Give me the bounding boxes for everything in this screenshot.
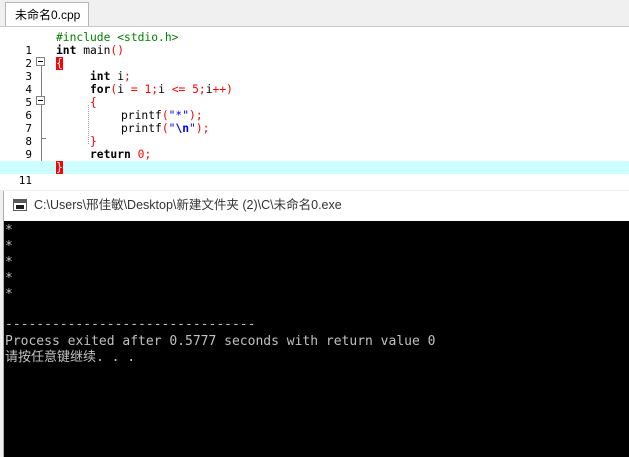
string-literal: " bbox=[189, 122, 196, 135]
code-line[interactable]: 10 return 0; bbox=[0, 148, 629, 174]
code-line[interactable]: 9 } bbox=[0, 135, 629, 161]
keyword: for bbox=[90, 83, 111, 96]
symbol: ); bbox=[189, 109, 203, 122]
function-call: printf bbox=[121, 109, 162, 122]
symbol: ( bbox=[161, 109, 169, 122]
editor-tab-bar: 未命名0.cpp bbox=[0, 0, 629, 27]
identifier: i bbox=[110, 70, 125, 83]
code-line[interactable]: 4 int i; bbox=[0, 70, 629, 96]
code-line[interactable]: 3 { bbox=[0, 57, 629, 83]
identifier: i bbox=[117, 83, 131, 96]
console-output-area[interactable]: * * * * * ------------------------------… bbox=[4, 221, 629, 457]
symbol: ( bbox=[161, 122, 169, 135]
symbol: ; bbox=[198, 83, 206, 96]
keyword: int bbox=[56, 44, 77, 57]
code-line[interactable]: 6 { bbox=[0, 96, 629, 122]
code-line[interactable]: 1 #include <stdio.h> bbox=[0, 31, 629, 57]
console-title: C:\Users\邢佳敏\Desktop\新建文件夹 (2)\C\未命名0.ex… bbox=[34, 198, 342, 212]
line-number: 11 bbox=[18, 174, 32, 187]
escape-sequence: \n bbox=[175, 122, 190, 135]
matched-brace: { bbox=[56, 57, 63, 70]
output-prompt: 请按任意键继续. . . bbox=[5, 350, 136, 365]
symbol: = bbox=[130, 83, 138, 96]
symbol: ); bbox=[195, 122, 210, 135]
symbol: ; bbox=[144, 148, 152, 161]
console-window[interactable]: C:\Users\邢佳敏\Desktop\新建文件夹 (2)\C\未命名0.ex… bbox=[3, 191, 629, 457]
symbol: } bbox=[90, 135, 97, 148]
console-title-bar[interactable]: C:\Users\邢佳敏\Desktop\新建文件夹 (2)\C\未命名0.ex… bbox=[4, 191, 629, 220]
file-tab[interactable]: 未命名0.cpp bbox=[5, 2, 89, 26]
include-directive: #include <stdio.h> bbox=[56, 31, 179, 44]
matched-brace: } bbox=[56, 161, 63, 174]
identifier: main bbox=[76, 44, 111, 57]
console-app-icon bbox=[13, 199, 27, 211]
identifier: i bbox=[205, 83, 213, 96]
code-line[interactable]: 7 printf("*"); bbox=[0, 109, 629, 135]
code-editor[interactable]: 未命名0.cpp 1 #include <stdio.h> 2 int main… bbox=[0, 0, 629, 190]
output-line: Process exited after 0.5777 seconds with… bbox=[5, 334, 436, 349]
function-call: printf bbox=[121, 122, 162, 135]
code-line[interactable]: 5 for(i = 1;i <= 5;i++) bbox=[0, 83, 629, 109]
current-code-line[interactable]: 11 } bbox=[0, 161, 629, 187]
output-separator: -------------------------------- bbox=[5, 317, 256, 332]
string-literal: "*" bbox=[168, 109, 190, 122]
keyword: int bbox=[90, 70, 111, 83]
code-line[interactable]: 8 printf("\n"); bbox=[0, 122, 629, 148]
symbol: () bbox=[110, 44, 125, 57]
keyword: return bbox=[90, 148, 131, 161]
symbol: ++) bbox=[212, 83, 233, 96]
symbol: <= bbox=[171, 83, 186, 96]
symbol: { bbox=[90, 96, 97, 109]
number: 5 bbox=[192, 83, 199, 96]
output-line: * bbox=[5, 287, 13, 302]
symbol: ; bbox=[124, 70, 131, 83]
output-line: * bbox=[5, 271, 13, 286]
output-line: * bbox=[5, 239, 13, 254]
code-line[interactable]: 2 int main() bbox=[0, 44, 629, 70]
output-line: * bbox=[5, 223, 13, 238]
identifier: i bbox=[158, 83, 172, 96]
output-line: * bbox=[5, 255, 13, 270]
